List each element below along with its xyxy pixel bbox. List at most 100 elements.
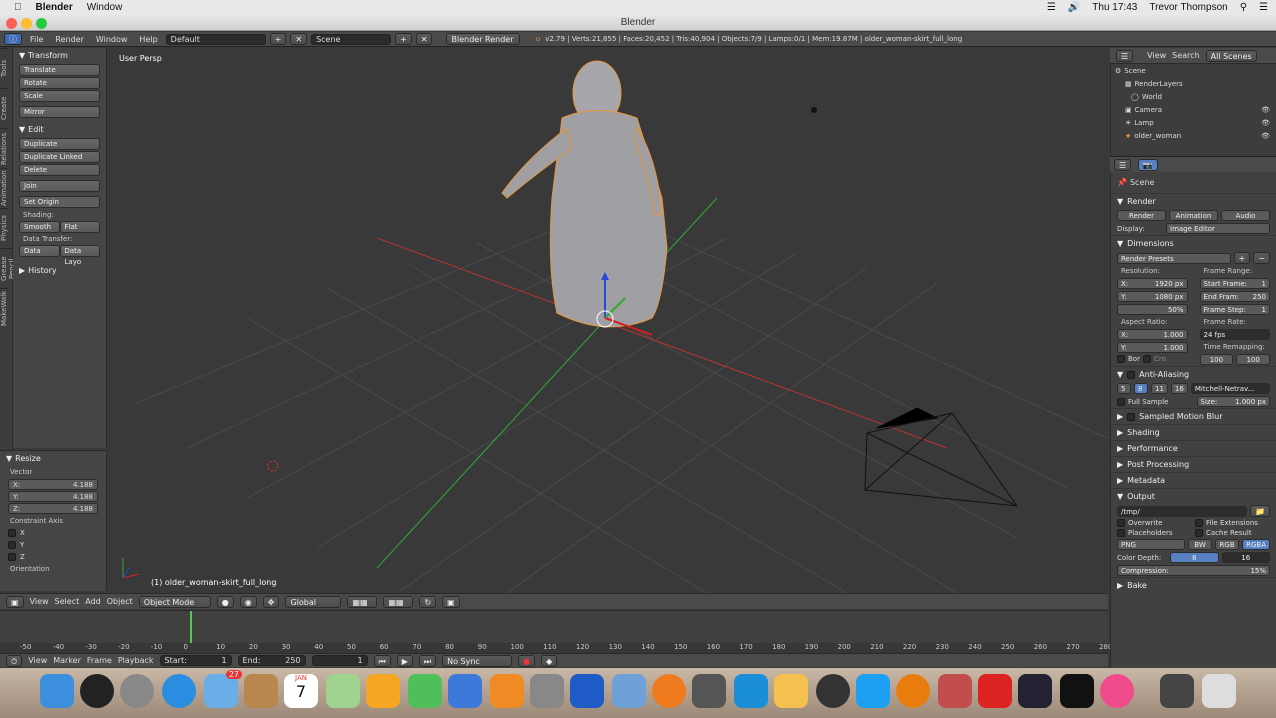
- frame-rate-dropdown[interactable]: 24 fps: [1199, 329, 1270, 340]
- editor-type-icon[interactable]: ☰: [1114, 159, 1132, 171]
- edit-panel-header[interactable]: ▼ Edit: [13, 122, 106, 137]
- snap-icon[interactable]: ↻: [419, 595, 437, 608]
- all-scenes-dropdown[interactable]: All Scenes: [1205, 49, 1257, 62]
- editor-type-icon[interactable]: ▣: [6, 595, 24, 608]
- add-preset-button[interactable]: +: [1233, 252, 1251, 264]
- render-engine-dropdown[interactable]: Blender Render: [446, 33, 521, 45]
- crop-checkbox[interactable]: [1142, 355, 1151, 363]
- anti-aliasing-panel-header[interactable]: ▼ Anti-Aliasing: [1111, 366, 1276, 382]
- constraint-y-checkbox[interactable]: Y: [0, 539, 106, 551]
- end-frame-field[interactable]: End: 250: [237, 655, 306, 666]
- color-rgb-button[interactable]: RGB: [1215, 539, 1240, 550]
- vector-x-field[interactable]: X: 4.188: [8, 479, 98, 490]
- smooth-button[interactable]: Smooth: [19, 221, 60, 233]
- border-checkbox[interactable]: [1117, 355, 1125, 363]
- add-scene-button[interactable]: +: [395, 33, 412, 45]
- menu-view[interactable]: View: [1147, 51, 1166, 60]
- user-name[interactable]: Trevor Thompson: [1149, 2, 1227, 13]
- tab-tools[interactable]: Tools: [0, 48, 8, 88]
- sketchup-icon[interactable]: [978, 674, 1012, 708]
- flat-button[interactable]: Flat: [59, 221, 100, 233]
- shading-panel-header[interactable]: ▶ Shading: [1111, 424, 1276, 440]
- 3d-viewport[interactable]: User Persp (1) older_woman-skirt_full_lo…: [107, 48, 1108, 593]
- jump-end-icon[interactable]: ⏭: [418, 654, 437, 667]
- apple-icon[interactable]: : [14, 2, 22, 13]
- set-origin-dropdown[interactable]: Set Origin: [19, 196, 100, 208]
- transform-panel-header[interactable]: ▼ Transform: [13, 48, 106, 63]
- istudio-icon[interactable]: [652, 674, 686, 708]
- daz-icon[interactable]: [816, 674, 850, 708]
- overwrite-checkbox[interactable]: [1117, 519, 1125, 527]
- books-icon[interactable]: [490, 674, 524, 708]
- timeline[interactable]: -50 -40 -30 -20 -10 0 10 20 30 40 50 60 70 80 90 100 110…: [0, 610, 1112, 653]
- system-preferences-icon[interactable]: [530, 674, 564, 708]
- vector-y-field[interactable]: Y: 4.188: [8, 491, 98, 502]
- rotate-button[interactable]: Rotate: [19, 77, 100, 89]
- outliner-item[interactable]: ⚙ Scene: [1111, 64, 1276, 77]
- aa-samples-11[interactable]: 11: [1151, 383, 1168, 394]
- dimensions-panel-header[interactable]: ▼ Dimensions: [1111, 235, 1276, 251]
- end-frame-field[interactable]: End Fram: 250: [1199, 291, 1270, 302]
- maps-icon[interactable]: [326, 674, 360, 708]
- sync-dropdown[interactable]: No Sync: [442, 654, 513, 667]
- layers-grid[interactable]: ▦▦: [347, 595, 378, 608]
- layout-selector[interactable]: Default: [165, 33, 266, 45]
- minimize-window-button[interactable]: [21, 18, 32, 29]
- terminal-icon[interactable]: [1060, 674, 1094, 708]
- keynote-icon[interactable]: [448, 674, 482, 708]
- bake-panel-header[interactable]: ▶ Bake: [1111, 577, 1276, 593]
- tab-physics[interactable]: Physics: [0, 208, 8, 248]
- aa-filter-dropdown[interactable]: Mitchell-Netrav...: [1190, 383, 1270, 394]
- menu-icon[interactable]: ☰: [1259, 2, 1268, 13]
- menu-view[interactable]: View: [30, 597, 49, 606]
- photon-icon[interactable]: [1018, 674, 1052, 708]
- post-processing-panel-header[interactable]: ▶ Post Processing: [1111, 456, 1276, 472]
- aa-samples-8[interactable]: 8: [1134, 383, 1148, 394]
- constraint-x-checkbox[interactable]: X: [0, 527, 106, 539]
- data-layout-button[interactable]: Data Layo: [59, 245, 100, 266]
- layers-grid-2[interactable]: ▦▦: [383, 595, 414, 608]
- itunes-icon[interactable]: [1100, 674, 1134, 708]
- motion-blur-checkbox[interactable]: [1127, 412, 1136, 421]
- editor-type-icon[interactable]: ⓘ: [4, 33, 22, 45]
- render-presets-dropdown[interactable]: Render Presets: [1117, 252, 1231, 264]
- contacts-icon[interactable]: [244, 674, 278, 708]
- blender-icon[interactable]: [896, 674, 930, 708]
- menu-file[interactable]: File: [26, 35, 47, 44]
- scene-selector[interactable]: Scene: [311, 33, 392, 45]
- render-button[interactable]: Render: [1117, 210, 1166, 221]
- window-menu[interactable]: Window: [87, 2, 123, 13]
- filter-size-field[interactable]: Size: 1.000 px: [1196, 396, 1270, 407]
- volume-icon[interactable]: 🔊: [1068, 2, 1080, 13]
- tab-animation[interactable]: Animation: [0, 168, 8, 208]
- remap-old-field[interactable]: 100: [1199, 354, 1234, 365]
- anti-aliasing-checkbox[interactable]: [1127, 370, 1136, 379]
- outliner-item[interactable]: ▦ RenderLayers: [1111, 77, 1276, 90]
- siri-icon[interactable]: [80, 674, 114, 708]
- editor-type-icon[interactable]: ☰: [1116, 49, 1134, 62]
- orientation-dropdown[interactable]: Global: [285, 595, 342, 608]
- file-extensions-checkbox[interactable]: [1195, 519, 1203, 527]
- file-format-dropdown[interactable]: PNG: [1117, 539, 1185, 550]
- start-frame-field[interactable]: Start: 1: [159, 655, 232, 666]
- display-dropdown[interactable]: Image Editor: [1166, 223, 1270, 234]
- remap-new-field[interactable]: 100: [1236, 354, 1270, 365]
- jump-start-icon[interactable]: ⏮: [373, 654, 391, 667]
- output-path-input[interactable]: /tmp/: [1117, 505, 1248, 517]
- motion-blur-panel-header[interactable]: ▶ Sampled Motion Blur: [1111, 408, 1276, 424]
- menu-frame[interactable]: Frame: [87, 656, 112, 665]
- remote-desktop-icon[interactable]: [570, 674, 604, 708]
- menu-playback[interactable]: Playback: [118, 656, 154, 665]
- numbers-icon[interactable]: [408, 674, 442, 708]
- photos-icon[interactable]: [774, 674, 808, 708]
- performance-panel-header[interactable]: ▶ Performance: [1111, 440, 1276, 456]
- mode-dropdown[interactable]: Object Mode: [138, 595, 211, 608]
- resolution-percent-slider[interactable]: 50%: [1117, 304, 1188, 315]
- finder-icon[interactable]: [40, 674, 74, 708]
- shading-dropdown[interactable]: ●: [216, 595, 234, 608]
- resolution-y-field[interactable]: Y: 1080 px: [1117, 291, 1188, 302]
- data-button[interactable]: Data: [19, 245, 60, 257]
- final-cut-icon[interactable]: [692, 674, 726, 708]
- menu-add[interactable]: Add: [85, 597, 101, 606]
- render-tab-icon[interactable]: 📷: [1137, 159, 1158, 171]
